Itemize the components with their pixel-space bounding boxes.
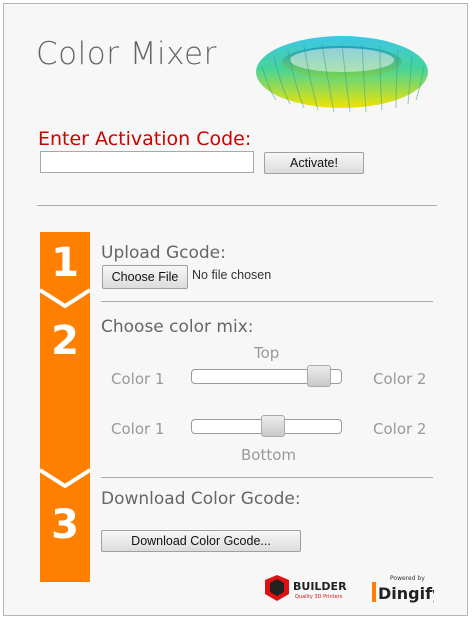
bracelet-image: [256, 36, 428, 113]
top-slider-thumb[interactable]: [307, 365, 331, 387]
bottom-slider-thumb[interactable]: [261, 415, 285, 437]
download-heading: Download Color Gcode:: [101, 489, 301, 509]
step-number-3: 3: [51, 502, 79, 548]
top-color2-label: Color 2: [373, 370, 427, 388]
activation-code-input[interactable]: [40, 151, 254, 173]
activation-label: Enter Activation Code:: [38, 128, 252, 150]
download-color-gcode-button[interactable]: Download Color Gcode...: [101, 530, 301, 552]
step-number-2: 2: [51, 318, 79, 364]
file-status: No file chosen: [192, 268, 272, 282]
choose-file-button[interactable]: Choose File: [102, 265, 188, 289]
bottom-label: Bottom: [241, 446, 297, 464]
top-color1-label: Color 1: [111, 370, 165, 388]
top-slider-track[interactable]: [191, 365, 342, 387]
dingify-logo: Powered by Dingify: [372, 575, 434, 603]
color-mix-heading: Choose color mix:: [101, 317, 254, 337]
svg-text:BUILDER: BUILDER: [293, 580, 347, 593]
svg-text:Quality 3D Printers: Quality 3D Printers: [295, 594, 343, 600]
upload-heading: Upload Gcode:: [101, 243, 226, 263]
activate-button[interactable]: Activate!: [264, 152, 364, 174]
bottom-color1-label: Color 1: [111, 420, 165, 438]
top-label: Top: [254, 344, 280, 362]
separator: [37, 205, 437, 206]
svg-text:Powered by: Powered by: [390, 575, 425, 582]
bottom-color2-label: Color 2: [373, 420, 427, 438]
svg-text:Dingify: Dingify: [378, 584, 434, 603]
step-number-1: 1: [51, 240, 79, 286]
app-title: Color Mixer: [36, 36, 217, 72]
separator: [101, 477, 433, 478]
builder-logo: BUILDER Quality 3D Printers: [265, 575, 347, 601]
separator: [101, 301, 433, 302]
bottom-slider-track[interactable]: [191, 415, 342, 437]
